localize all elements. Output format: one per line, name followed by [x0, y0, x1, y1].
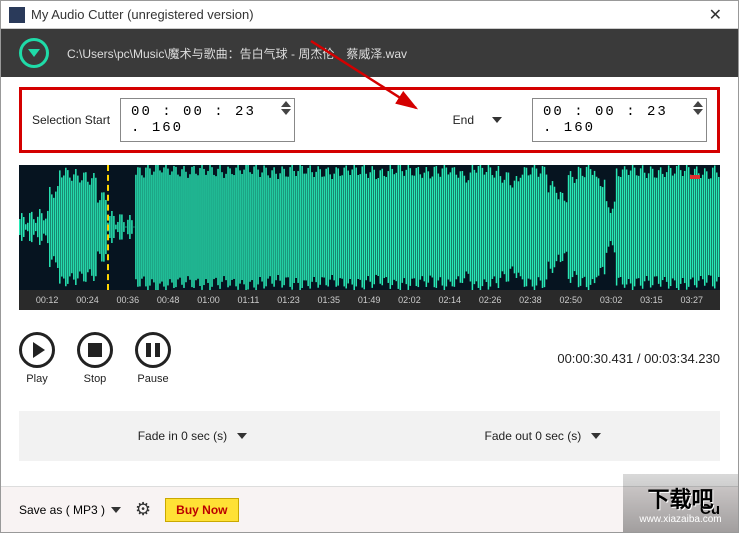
waveform-display[interactable]	[19, 165, 720, 290]
time-display: 00:00:30.431 / 00:03:34.230	[557, 351, 720, 366]
pause-icon	[146, 343, 160, 357]
selection-start-label: Selection Start	[32, 113, 110, 127]
fade-out-dropdown[interactable]: Fade out 0 sec (s)	[485, 429, 602, 443]
arrow-down-icon	[28, 49, 40, 57]
ruler-tick: 01:11	[238, 295, 260, 305]
fade-in-dropdown[interactable]: Fade in 0 sec (s)	[138, 429, 247, 443]
playhead-marker[interactable]	[107, 165, 109, 290]
file-path: C:\Users\pc\Music\魔术与歌曲：告白气球 - 周杰伦、蔡威泽.w…	[67, 45, 407, 62]
app-icon	[9, 7, 25, 23]
ruler-tick: 01:00	[197, 295, 220, 305]
ruler-tick: 03:27	[680, 295, 703, 305]
selection-start-input[interactable]: 00 : 00 : 23 . 160	[120, 98, 295, 142]
load-file-icon[interactable]	[19, 38, 49, 68]
selection-end-label: End	[453, 113, 474, 127]
ruler-tick: 00:12	[36, 295, 59, 305]
ruler-tick: 02:38	[519, 295, 542, 305]
ruler-tick: 01:49	[358, 295, 381, 305]
ruler-tick: 03:02	[600, 295, 623, 305]
play-button[interactable]: Play	[19, 332, 55, 385]
window-title: My Audio Cutter (unregistered version)	[31, 7, 254, 22]
stop-icon	[88, 343, 102, 357]
chevron-down-icon	[237, 433, 247, 439]
end-dropdown-icon[interactable]	[492, 117, 502, 123]
file-header: C:\Users\pc\Music\魔术与歌曲：告白气球 - 周杰伦、蔡威泽.w…	[1, 29, 738, 77]
spin-down-icon[interactable]	[281, 109, 291, 115]
stop-button[interactable]: Stop	[77, 332, 113, 385]
ruler-tick: 01:35	[318, 295, 341, 305]
playback-controls: Play Stop Pause 00:00:30.431 / 00:03:34.…	[19, 332, 720, 385]
cut-button-partial[interactable]: Cu	[700, 501, 720, 518]
pause-button[interactable]: Pause	[135, 332, 171, 385]
save-as-label: Save as ( MP3 )	[19, 503, 105, 517]
end-spinner[interactable]	[693, 101, 703, 115]
save-as-dropdown[interactable]: Save as ( MP3 )	[19, 503, 121, 517]
play-label: Play	[26, 373, 47, 385]
spin-down-icon[interactable]	[693, 109, 703, 115]
selection-end-input[interactable]: 00 : 00 : 23 . 160	[532, 98, 707, 142]
bottom-bar: Save as ( MP3 ) ⚙ Buy Now Cu	[1, 486, 738, 532]
chevron-down-icon	[111, 507, 121, 513]
pause-label: Pause	[137, 373, 168, 385]
buy-now-button[interactable]: Buy Now	[165, 498, 238, 522]
ruler-tick: 00:24	[76, 295, 99, 305]
ruler-tick: 02:50	[559, 295, 582, 305]
ruler-tick: 00:36	[117, 295, 140, 305]
time-ruler: 00:12 00:24 00:36 00:48 01:00 01:11 01:23 01:35…	[19, 290, 720, 310]
marker-indicator	[690, 175, 700, 179]
fade-panel: Fade in 0 sec (s) Fade out 0 sec (s)	[19, 411, 720, 461]
ruler-tick: 00:48	[157, 295, 180, 305]
start-spinner[interactable]	[281, 101, 291, 115]
ruler-tick: 02:26	[479, 295, 502, 305]
play-icon	[33, 342, 45, 358]
spin-up-icon[interactable]	[693, 101, 703, 107]
fade-out-label: Fade out 0 sec (s)	[485, 429, 582, 443]
chevron-down-icon	[591, 433, 601, 439]
spin-up-icon[interactable]	[281, 101, 291, 107]
ruler-tick: 03:15	[640, 295, 663, 305]
selection-panel: Selection Start 00 : 00 : 23 . 160 End 0…	[19, 87, 720, 153]
close-icon[interactable]: ✕	[701, 5, 730, 25]
gear-icon[interactable]: ⚙	[135, 499, 151, 520]
fade-in-label: Fade in 0 sec (s)	[138, 429, 227, 443]
ruler-tick: 02:02	[398, 295, 421, 305]
titlebar: My Audio Cutter (unregistered version) ✕	[1, 1, 738, 29]
ruler-tick: 01:23	[277, 295, 300, 305]
stop-label: Stop	[84, 373, 107, 385]
ruler-tick: 02:14	[439, 295, 462, 305]
